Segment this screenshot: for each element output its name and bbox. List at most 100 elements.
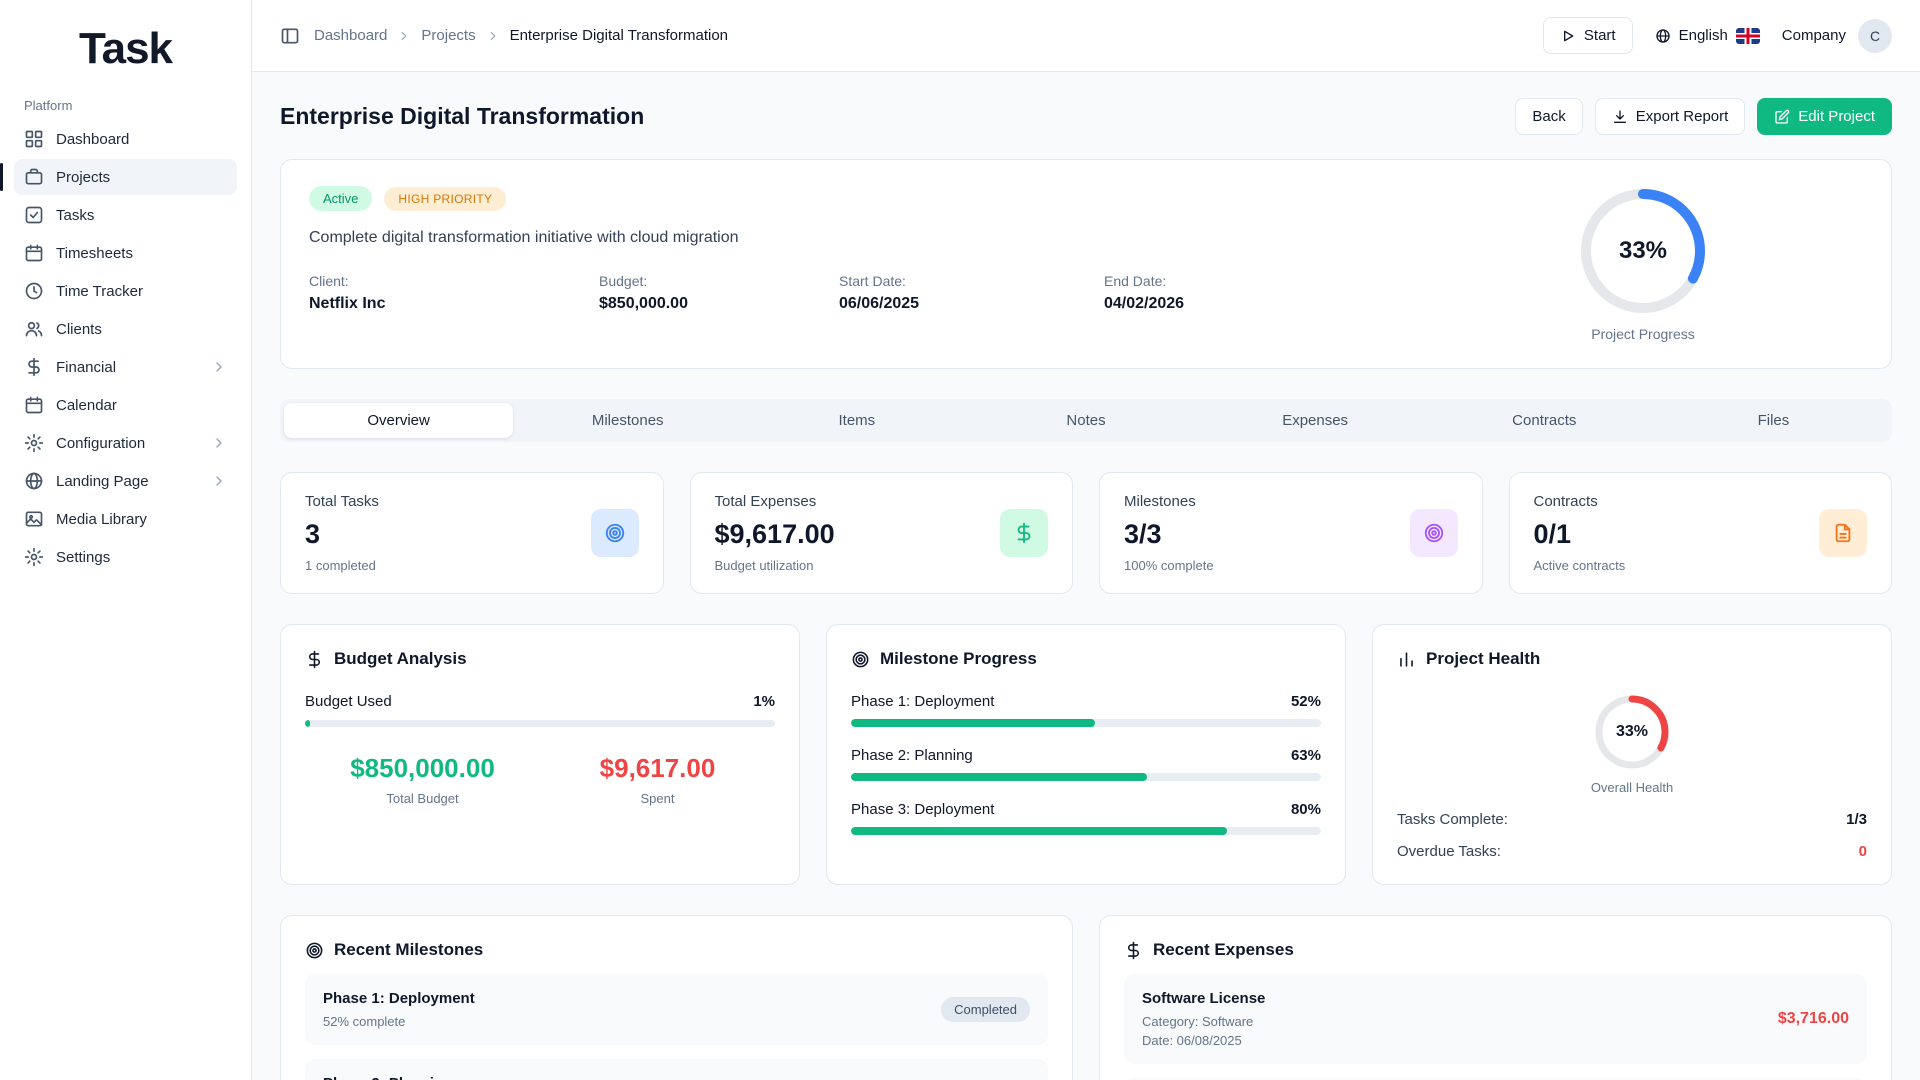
breadcrumb-dashboard[interactable]: Dashboard: [314, 27, 387, 44]
users-icon: [24, 319, 44, 339]
calendar-icon: [24, 395, 44, 415]
sidebar-item-timesheets[interactable]: Timesheets: [14, 235, 237, 271]
budget-used-label: Budget Used: [305, 693, 392, 710]
expense-list-item[interactable]: Software License Category: Software Date…: [1124, 974, 1867, 1064]
company-label: Company: [1782, 27, 1846, 44]
language-selector[interactable]: English: [1655, 27, 1760, 44]
overdue-tasks-row: Overdue Tasks: 0: [1397, 843, 1867, 860]
field-client: Client: Netflix Inc: [309, 273, 599, 313]
field-end-date: End Date: 04/02/2026: [1104, 273, 1184, 313]
back-button[interactable]: Back: [1515, 98, 1582, 135]
chevron-right-icon: [211, 473, 227, 489]
spent: $9,617.00 Spent: [540, 753, 775, 806]
card-title: Milestone Progress: [880, 649, 1037, 669]
tasks-complete-row: Tasks Complete: 1/3: [1397, 811, 1867, 828]
sidebar-item-label: Tasks: [56, 207, 94, 224]
total-budget: $850,000.00 Total Budget: [305, 753, 540, 806]
briefcase-icon: [24, 167, 44, 187]
milestone-progress-card: Milestone Progress Phase 1: Deployment 5…: [826, 624, 1346, 885]
stat-contracts: Contracts 0/1 Active contracts: [1509, 472, 1893, 594]
document-icon: [1819, 509, 1867, 557]
milestone-progress-bar: [851, 773, 1321, 781]
tab-files[interactable]: Files: [1659, 403, 1888, 438]
sidebar-item-configuration[interactable]: Configuration: [14, 425, 237, 461]
sidebar-item-label: Media Library: [56, 511, 147, 528]
sidebar-item-projects[interactable]: Projects: [14, 159, 237, 195]
dollar-icon: [24, 357, 44, 377]
sidebar-item-settings[interactable]: Settings: [14, 539, 237, 575]
sidebar-item-dashboard[interactable]: Dashboard: [14, 121, 237, 157]
project-progress-ring: 33%: [1578, 186, 1708, 316]
sidebar-item-clients[interactable]: Clients: [14, 311, 237, 347]
target-icon: [1410, 509, 1458, 557]
budget-analysis-card: Budget Analysis Budget Used 1% $850,000.…: [280, 624, 800, 885]
milestone-list-item[interactable]: Phase 1: Deployment 52% complete Complet…: [305, 974, 1048, 1045]
sidebar-item-label: Clients: [56, 321, 102, 338]
sidebar-item-financial[interactable]: Financial: [14, 349, 237, 385]
tab-contracts[interactable]: Contracts: [1430, 403, 1659, 438]
edit-project-button[interactable]: Edit Project: [1757, 98, 1892, 135]
gear-icon: [24, 433, 44, 453]
dollar-icon: [1124, 941, 1143, 960]
account-menu[interactable]: Company C: [1782, 19, 1892, 53]
completed-badge: Completed: [941, 997, 1030, 1022]
calendar-icon: [24, 243, 44, 263]
milestone-progress-bar: [851, 827, 1321, 835]
sidebar: Task Platform Dashboard Projects Tasks T…: [0, 0, 252, 1080]
priority-badge: HIGH PRIORITY: [384, 187, 506, 211]
stat-total-expenses: Total Expenses $9,617.00 Budget utilizat…: [690, 472, 1074, 594]
breadcrumb-current: Enterprise Digital Transformation: [510, 27, 728, 44]
download-icon: [1612, 109, 1628, 125]
sidebar-item-calendar[interactable]: Calendar: [14, 387, 237, 423]
expense-amount: $3,716.00: [1778, 1010, 1849, 1028]
avatar[interactable]: C: [1858, 19, 1892, 53]
panel-left-icon: [280, 26, 300, 46]
sidebar-item-tasks[interactable]: Tasks: [14, 197, 237, 233]
sidebar-item-time-tracker[interactable]: Time Tracker: [14, 273, 237, 309]
detail-tabs: Overview Milestones Items Notes Expenses…: [280, 399, 1892, 442]
start-button[interactable]: Start: [1543, 17, 1633, 54]
export-button-label: Export Report: [1636, 108, 1729, 125]
sidebar-item-media-library[interactable]: Media Library: [14, 501, 237, 537]
dollar-icon: [1000, 509, 1048, 557]
budget-progress-bar: [305, 720, 775, 727]
card-title: Recent Expenses: [1153, 940, 1294, 960]
progress-caption: Project Progress: [1591, 326, 1694, 342]
tab-items[interactable]: Items: [742, 403, 971, 438]
sidebar-section-label: Platform: [14, 84, 237, 121]
back-button-label: Back: [1532, 108, 1565, 125]
tab-milestones[interactable]: Milestones: [513, 403, 742, 438]
sidebar-item-label: Configuration: [56, 435, 145, 452]
milestone-list-item[interactable]: Phase 2: Planning 63% complete Completed: [305, 1059, 1048, 1080]
field-budget: Budget: $850,000.00: [599, 273, 839, 313]
export-report-button[interactable]: Export Report: [1595, 98, 1746, 135]
project-summary-card: Active HIGH PRIORITY Complete digital tr…: [280, 159, 1892, 369]
globe-icon: [1655, 28, 1671, 44]
sidebar-item-label: Settings: [56, 549, 110, 566]
sidebar-item-label: Dashboard: [56, 131, 129, 148]
breadcrumb-projects[interactable]: Projects: [421, 27, 475, 44]
breadcrumb: Dashboard Projects Enterprise Digital Tr…: [314, 27, 728, 44]
tab-expenses[interactable]: Expenses: [1201, 403, 1430, 438]
start-button-label: Start: [1584, 27, 1616, 44]
sidebar-item-label: Timesheets: [56, 245, 133, 262]
recent-expenses-card: Recent Expenses Software License Categor…: [1099, 915, 1892, 1080]
target-icon: [851, 650, 870, 669]
sidebar-toggle-button[interactable]: [280, 26, 300, 46]
sidebar-item-landing-page[interactable]: Landing Page: [14, 463, 237, 499]
tab-overview[interactable]: Overview: [284, 403, 513, 438]
target-icon: [591, 509, 639, 557]
edit-button-label: Edit Project: [1798, 108, 1875, 125]
project-description: Complete digital transformation initiati…: [309, 229, 1423, 247]
tab-notes[interactable]: Notes: [971, 403, 1200, 438]
topbar: Dashboard Projects Enterprise Digital Tr…: [252, 0, 1920, 72]
main-content: Enterprise Digital Transformation Back E…: [252, 72, 1920, 1080]
status-badge: Active: [309, 186, 372, 211]
budget-used-percent: 1%: [753, 693, 775, 710]
uk-flag-icon: [1736, 28, 1760, 44]
sidebar-item-label: Time Tracker: [56, 283, 143, 300]
gear-icon: [24, 547, 44, 567]
milestone-row: Phase 3: Deployment 80%: [851, 801, 1321, 835]
sidebar-item-label: Financial: [56, 359, 116, 376]
card-title: Project Health: [1426, 649, 1540, 669]
